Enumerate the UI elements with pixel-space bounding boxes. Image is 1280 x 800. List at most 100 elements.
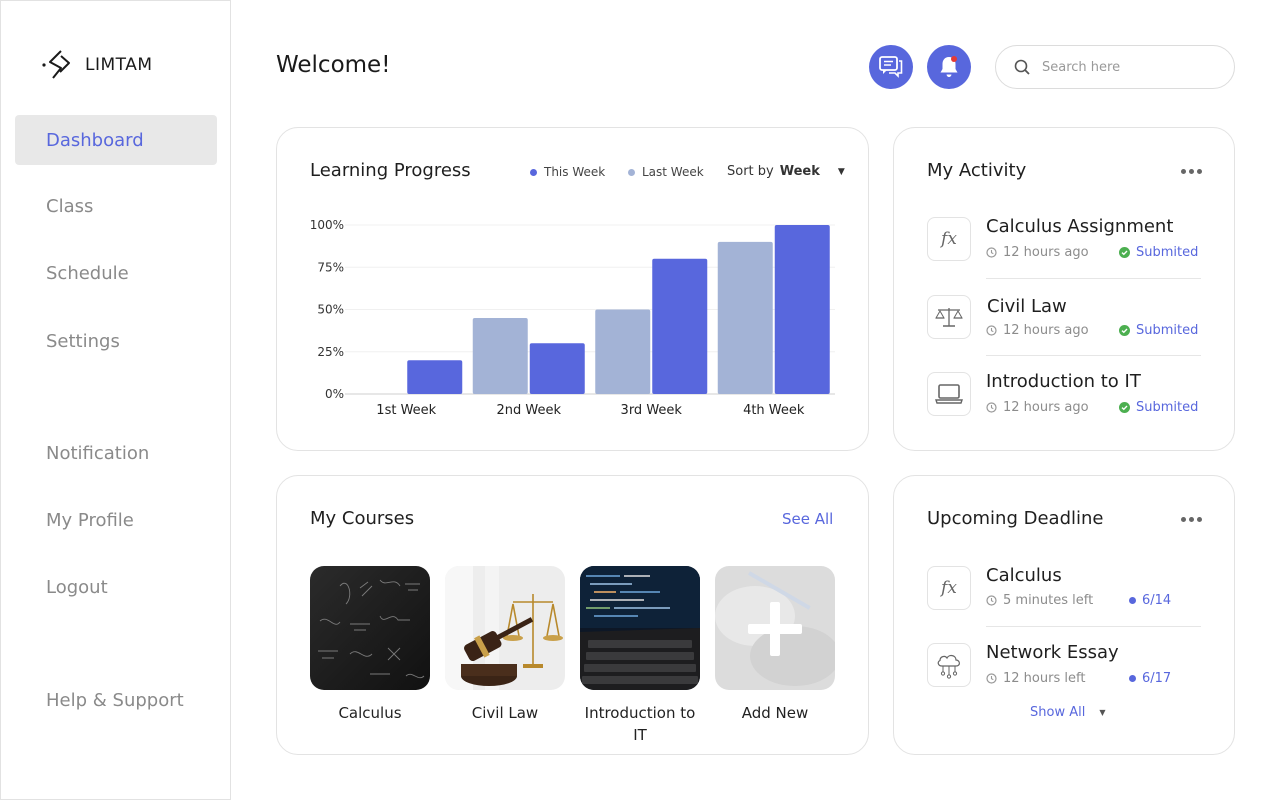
bar-this-week[interactable] <box>529 343 585 394</box>
activity-time-text: 12 hours ago <box>1003 323 1089 338</box>
clock-icon <box>986 247 997 258</box>
sort-value: Week <box>779 164 820 179</box>
sidebar-item-class[interactable]: Class <box>15 181 217 231</box>
deadline-title[interactable]: Network Essay <box>986 642 1119 663</box>
sidebar: LIMTAM Dashboard Class Schedule Settings… <box>0 0 231 800</box>
logo-icon <box>42 50 70 79</box>
date-dot-icon <box>1129 675 1136 682</box>
bar-last-week[interactable] <box>595 309 651 395</box>
activity-time: 12 hours ago <box>986 245 1089 260</box>
deadline-date-text: 6/17 <box>1142 671 1172 686</box>
scale-glyph <box>935 308 963 327</box>
y-tick-label: 0% <box>325 387 344 401</box>
x-tick-label: 2nd Week <box>496 403 561 418</box>
y-tick-label: 25% <box>317 345 344 359</box>
learning-progress-title: Learning Progress <box>310 160 471 181</box>
sidebar-item-dashboard[interactable]: Dashboard <box>15 115 217 165</box>
y-tick-label: 50% <box>317 303 344 317</box>
activity-status: Submited <box>1119 245 1198 260</box>
laptop-code-image <box>580 566 700 690</box>
activity-status-text: Submited <box>1136 245 1199 260</box>
activity-title[interactable]: Calculus Assignment <box>986 216 1173 237</box>
clock-icon <box>986 325 997 336</box>
course-card-introduction-to-it[interactable]: Introduction to IT <box>580 566 700 746</box>
activity-time-text: 12 hours ago <box>1003 245 1089 260</box>
my-activity-title: My Activity <box>927 160 1027 181</box>
bar-this-week[interactable] <box>407 360 463 394</box>
course-card-calculus[interactable]: Calculus <box>310 566 430 724</box>
legend-label-last-week: Last Week <box>642 165 704 179</box>
brand-name: LIMTAM <box>85 55 153 75</box>
my-courses-title: My Courses <box>310 508 415 529</box>
sidebar-item-notification[interactable]: Notification <box>15 428 217 478</box>
clock-icon <box>986 673 997 684</box>
activity-status-text: Submited <box>1136 323 1199 338</box>
scale-icon <box>927 295 971 339</box>
deadline-time: 12 hours left <box>986 671 1085 686</box>
function-icon: fx <box>927 217 971 261</box>
caret-down-icon: ▼ <box>837 166 845 177</box>
legend-last-week: Last Week <box>628 165 704 179</box>
add-new-image <box>715 566 835 690</box>
sidebar-item-logout[interactable]: Logout <box>15 562 217 612</box>
activity-time: 12 hours ago <box>986 323 1089 338</box>
search-input[interactable] <box>1042 59 1212 75</box>
laptop-glyph <box>935 384 963 404</box>
bar-last-week[interactable] <box>717 241 773 394</box>
deadline-time-text: 12 hours left <box>1003 671 1086 686</box>
activity-title[interactable]: Civil Law <box>987 296 1067 317</box>
sort-dropdown[interactable]: Sort by Week ▼ <box>727 164 845 179</box>
logo[interactable]: LIMTAM <box>41 48 153 82</box>
more-dot-icon <box>1197 517 1202 522</box>
sidebar-item-schedule[interactable]: Schedule <box>15 248 217 298</box>
x-tick-label: 4th Week <box>743 403 805 418</box>
show-all-button[interactable]: Show All ▼ <box>1030 705 1105 720</box>
y-tick-label: 75% <box>317 260 344 274</box>
deadline-more-button[interactable] <box>1181 517 1202 522</box>
activity-divider <box>986 278 1201 279</box>
deadline-date: 6/14 <box>1129 593 1171 608</box>
search-bar <box>995 45 1235 89</box>
y-tick-label: 100% <box>310 218 344 232</box>
more-dot-icon <box>1181 169 1186 174</box>
messages-button[interactable] <box>869 45 913 89</box>
caret-down-icon: ▼ <box>1099 708 1106 717</box>
activity-title[interactable]: Introduction to IT <box>986 371 1141 392</box>
clock-icon <box>986 595 997 606</box>
deadline-title[interactable]: Calculus <box>986 565 1062 586</box>
deadline-date-text: 6/14 <box>1142 593 1172 608</box>
cloud-network-icon <box>927 643 971 687</box>
bar-last-week[interactable] <box>472 317 528 394</box>
course-label: Introduction to IT <box>584 704 696 744</box>
see-all-link[interactable]: See All <box>782 510 833 528</box>
gavel-scale-image <box>445 566 565 690</box>
bar-this-week[interactable] <box>652 258 708 394</box>
notifications-button[interactable] <box>927 45 971 89</box>
activity-more-button[interactable] <box>1181 169 1202 174</box>
learning-progress-chart: 0% 25% 50% 75% 100% 1st Week 2nd Week 3rd Week 4… <box>310 218 835 418</box>
add-new-course-button[interactable]: Add New <box>715 566 835 724</box>
sort-label: Sort by <box>727 164 774 179</box>
deadline-divider <box>986 626 1201 627</box>
activity-status: Submited <box>1119 323 1198 338</box>
sidebar-item-help-support[interactable]: Help & Support <box>15 675 217 725</box>
course-label: Calculus <box>338 704 402 722</box>
legend-dot-this-week <box>530 168 537 176</box>
legend-label-this-week: This Week <box>544 165 606 179</box>
course-card-civil-law[interactable]: Civil Law <box>445 566 565 724</box>
deadline-time-text: 5 minutes left <box>1003 593 1094 608</box>
more-dot-icon <box>1197 169 1202 174</box>
check-circle-icon <box>1119 402 1130 413</box>
cloud-network-glyph <box>937 654 960 679</box>
sidebar-item-settings[interactable]: Settings <box>15 316 217 366</box>
activity-status-text: Submited <box>1136 400 1199 415</box>
more-dot-icon <box>1189 169 1194 174</box>
activity-status: Submited <box>1119 400 1198 415</box>
x-tick-label: 3rd Week <box>621 403 683 418</box>
function-icon: fx <box>927 566 971 610</box>
sidebar-item-my-profile[interactable]: My Profile <box>15 495 217 545</box>
show-all-label: Show All <box>1030 705 1086 720</box>
bar-this-week[interactable] <box>774 225 830 394</box>
deadline-date: 6/17 <box>1129 671 1171 686</box>
search-icon <box>1014 59 1030 75</box>
